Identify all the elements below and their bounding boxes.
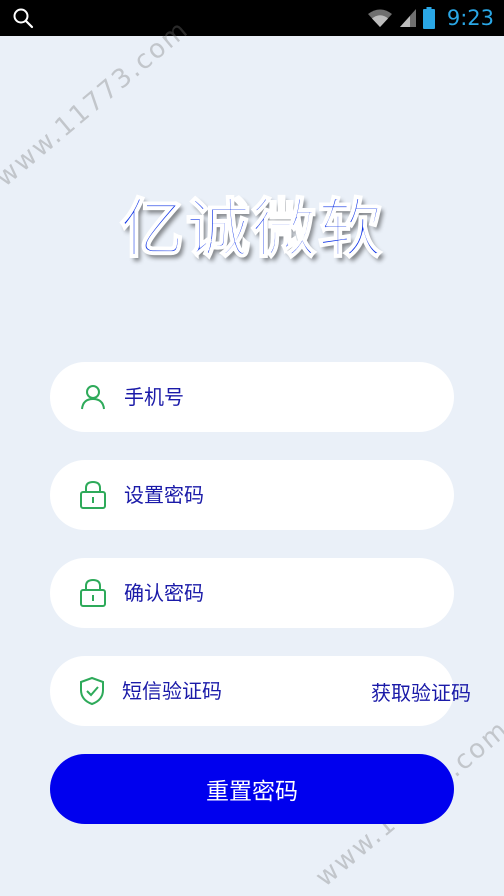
app-logo: 亿诚微软 — [119, 192, 384, 268]
shield-check-icon — [78, 676, 106, 706]
battery-icon — [422, 7, 435, 29]
signal-icon — [399, 9, 416, 27]
sms-code-field[interactable]: 获取验证码 — [50, 656, 471, 726]
password-input[interactable] — [124, 483, 454, 507]
lock-icon — [78, 480, 108, 510]
user-icon — [78, 382, 108, 412]
status-right: 9:23 — [367, 0, 494, 36]
password-field[interactable] — [50, 460, 454, 530]
confirm-password-input[interactable] — [124, 581, 454, 605]
lock-icon — [78, 578, 108, 608]
status-time: 9:23 — [446, 6, 494, 30]
confirm-password-field[interactable] — [50, 558, 454, 628]
status-bar: 9:23 — [0, 0, 504, 36]
sms-code-input[interactable] — [122, 679, 371, 703]
search-icon[interactable] — [12, 7, 34, 29]
wifi-icon — [367, 9, 392, 27]
get-code-button[interactable]: 获取验证码 — [371, 677, 471, 706]
phone-field[interactable] — [50, 362, 454, 432]
phone-input[interactable] — [124, 385, 454, 409]
watermark-top: www.11773.com — [0, 14, 195, 193]
reset-password-button[interactable]: 重置密码 — [50, 754, 454, 824]
